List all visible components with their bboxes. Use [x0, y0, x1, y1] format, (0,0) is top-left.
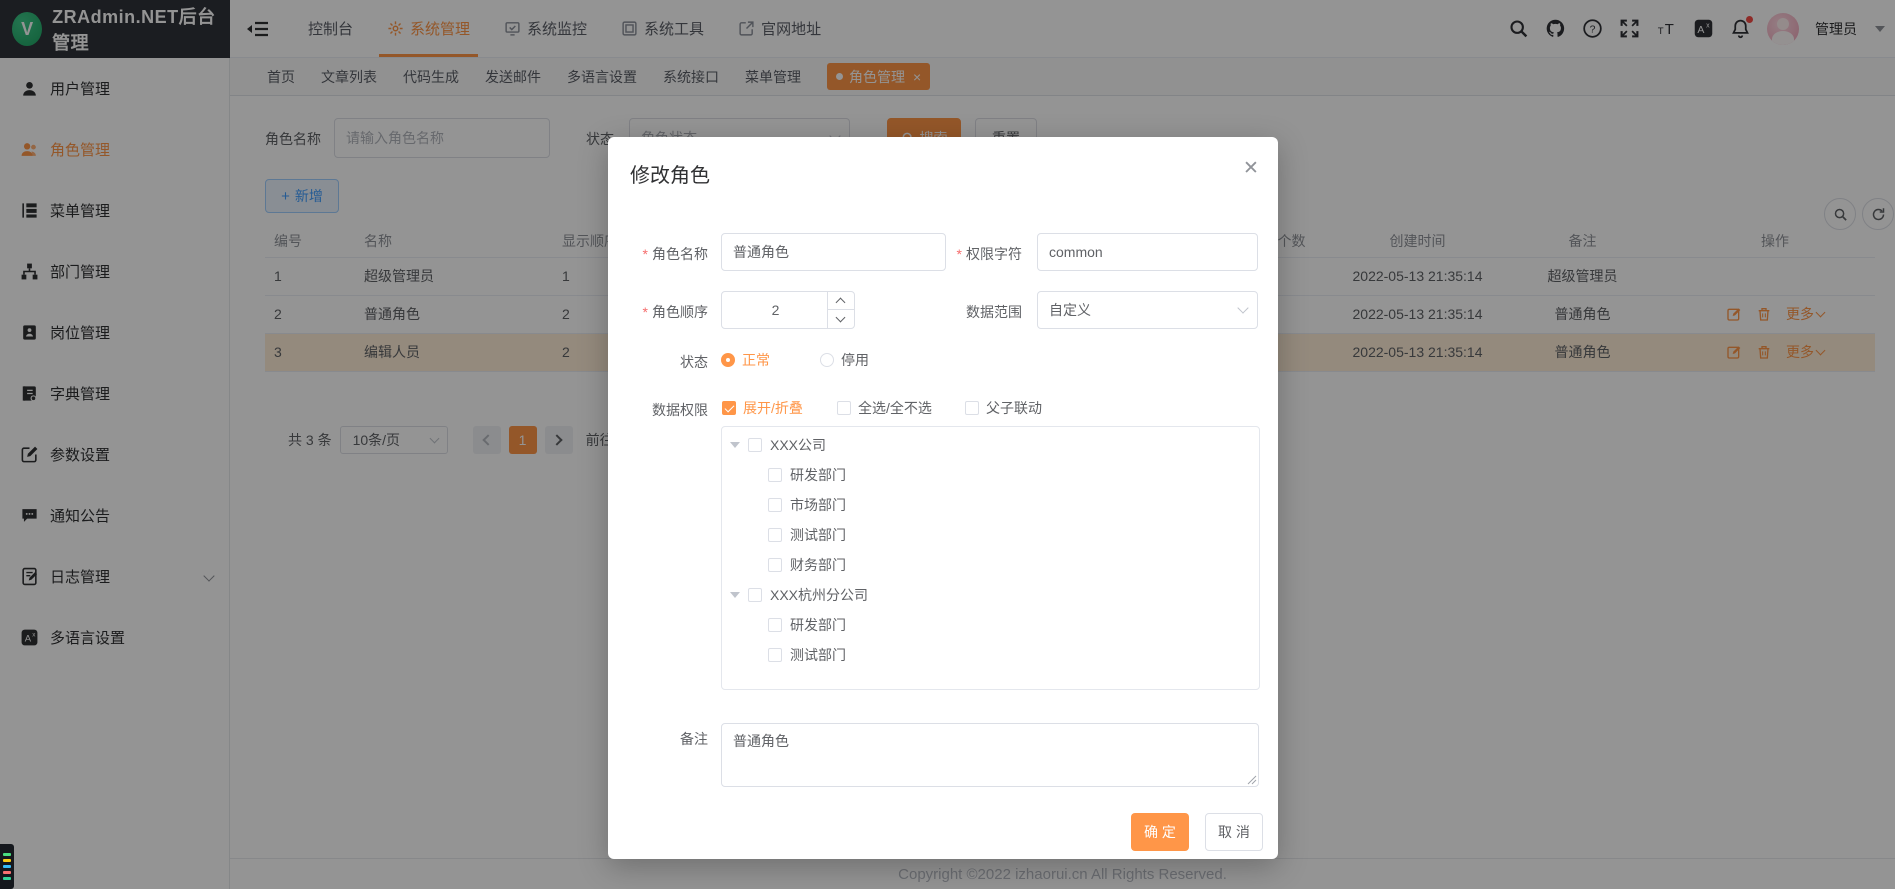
tree-node-label: 研发部门: [790, 465, 846, 485]
checkbox-icon[interactable]: [748, 588, 762, 602]
widget-bar: [3, 859, 11, 862]
edit-role-modal: 修改角色 ✕ 角色名称 权限字符 角色顺序 2 数据范围 自定义 状态 正常 停…: [608, 137, 1278, 859]
increase-button[interactable]: [827, 292, 854, 310]
tree-node-label: 财务部门: [790, 555, 846, 575]
stepper-value: 2: [722, 292, 829, 328]
radio-label: 正常: [742, 350, 770, 370]
tree-node[interactable]: 测试部门: [722, 520, 1259, 550]
checkbox-icon[interactable]: [768, 468, 782, 482]
tree-node-label: 测试部门: [790, 645, 846, 665]
tree-node-label: XXX杭州分公司: [770, 585, 868, 605]
remark-textarea[interactable]: 普通角色: [721, 723, 1259, 787]
tree-expand-icon[interactable]: [730, 592, 740, 598]
tree-node[interactable]: XXX公司: [722, 430, 1259, 460]
remark-label: 备注: [608, 729, 708, 749]
devtools-corner-widget[interactable]: [0, 844, 14, 889]
select-value: 自定义: [1049, 300, 1091, 320]
checkbox-icon[interactable]: [748, 438, 762, 452]
radio-icon: [820, 353, 834, 367]
radio-label: 停用: [841, 350, 869, 370]
status-label: 状态: [608, 352, 708, 372]
role-order-stepper[interactable]: 2: [721, 291, 855, 329]
tree-node[interactable]: XXX杭州分公司: [722, 580, 1259, 610]
cancel-button[interactable]: 取 消: [1205, 813, 1263, 851]
checkbox-label: 父子联动: [986, 398, 1042, 418]
status-radio-disabled[interactable]: 停用: [820, 350, 869, 370]
checkbox-icon[interactable]: [768, 498, 782, 512]
role-name-input[interactable]: [721, 233, 946, 271]
checkbox-icon: [722, 401, 736, 415]
decrease-button[interactable]: [827, 310, 854, 328]
checkbox-icon[interactable]: [768, 648, 782, 662]
chevron-down-icon: [1237, 302, 1248, 313]
remark-field-wrap: 普通角色: [721, 723, 1259, 787]
tree-node[interactable]: 研发部门: [722, 610, 1259, 640]
checkbox-label: 展开/折叠: [743, 398, 803, 418]
permission-tree: XXX公司 研发部门 市场部门 测试部门 财务部门 XXX杭州分公司 研发部门 …: [721, 426, 1260, 690]
tree-node-label: 研发部门: [790, 615, 846, 635]
tree-expand-icon[interactable]: [730, 442, 740, 448]
modal-title: 修改角色: [630, 159, 710, 188]
tree-node-label: XXX公司: [770, 435, 826, 455]
data-scope-label: 数据范围: [938, 302, 1022, 322]
select-all-checkbox[interactable]: 全选/全不选: [837, 398, 932, 418]
tree-node[interactable]: 测试部门: [722, 640, 1259, 670]
checkbox-icon[interactable]: [768, 528, 782, 542]
checkbox-icon[interactable]: [768, 618, 782, 632]
widget-bar: [3, 877, 11, 880]
parent-child-link-checkbox[interactable]: 父子联动: [965, 398, 1042, 418]
expand-collapse-checkbox[interactable]: 展开/折叠: [722, 398, 803, 418]
close-icon[interactable]: ✕: [1240, 157, 1262, 179]
radio-icon: [721, 353, 735, 367]
widget-bar: [3, 865, 11, 868]
tree-node-label: 测试部门: [790, 525, 846, 545]
checkbox-icon[interactable]: [768, 558, 782, 572]
widget-bar: [3, 853, 11, 856]
tree-node[interactable]: 市场部门: [722, 490, 1259, 520]
status-radio-normal[interactable]: 正常: [721, 350, 770, 370]
widget-bar: [3, 871, 11, 874]
tree-node-label: 市场部门: [790, 495, 846, 515]
checkbox-label: 全选/全不选: [858, 398, 932, 418]
data-permission-label: 数据权限: [608, 400, 708, 420]
data-scope-select[interactable]: 自定义: [1037, 291, 1258, 329]
confirm-button[interactable]: 确 定: [1131, 813, 1189, 851]
role-name-label: 角色名称: [608, 244, 708, 264]
stepper-arrows: [827, 292, 854, 328]
tree-node[interactable]: 研发部门: [722, 460, 1259, 490]
checkbox-icon: [837, 401, 851, 415]
tree-node[interactable]: 财务部门: [722, 550, 1259, 580]
role-order-label: 角色顺序: [608, 302, 708, 322]
checkbox-icon: [965, 401, 979, 415]
role-key-input[interactable]: [1037, 233, 1258, 271]
role-key-label: 权限字符: [938, 244, 1022, 264]
app-root: V ZRAdmin.NET后台管理 控制台 系统管理 系统监控: [0, 0, 1895, 889]
